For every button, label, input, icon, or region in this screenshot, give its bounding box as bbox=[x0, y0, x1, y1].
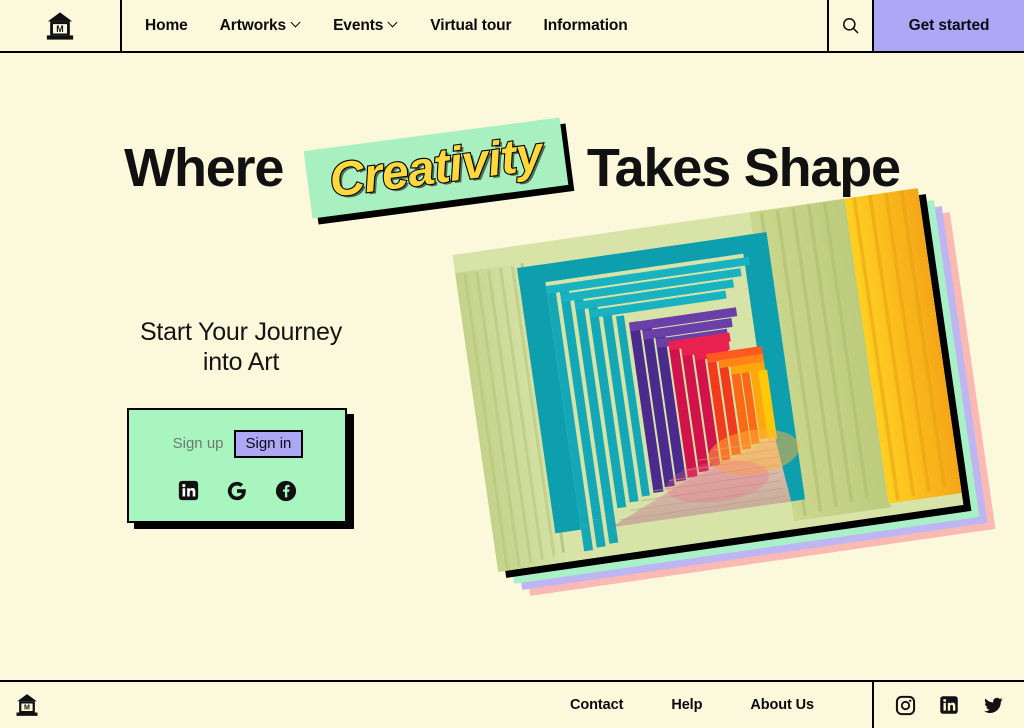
footer-logo-link[interactable]: M bbox=[0, 682, 48, 728]
linkedin-icon bbox=[178, 480, 198, 501]
logo-home-link[interactable]: M bbox=[0, 0, 122, 51]
linkedin-login-button[interactable] bbox=[177, 480, 199, 502]
subheading-line-1: Start Your Journey bbox=[139, 318, 343, 346]
nav-item-artworks[interactable]: Artworks bbox=[204, 17, 317, 35]
nav-label: Artworks bbox=[219, 16, 287, 34]
get-started-button[interactable]: Get started bbox=[874, 0, 1024, 51]
site-footer: M Contact Help About Us bbox=[0, 680, 1024, 728]
google-icon bbox=[227, 481, 246, 500]
nav-label: Home bbox=[145, 16, 188, 34]
nav-label: Information bbox=[543, 16, 628, 34]
instagram-link[interactable] bbox=[894, 694, 916, 716]
twitter-link[interactable] bbox=[982, 694, 1004, 716]
social-login-row bbox=[177, 480, 297, 502]
subheading-line-2: into Art bbox=[202, 347, 280, 376]
nav-item-events[interactable]: Events bbox=[317, 17, 414, 35]
sign-up-tab[interactable]: Sign up bbox=[171, 433, 226, 454]
corridor-installation-illustration bbox=[452, 188, 964, 572]
nav-item-virtual-tour[interactable]: Virtual tour bbox=[414, 17, 527, 35]
footer-link-about-us[interactable]: About Us bbox=[750, 697, 814, 713]
search-icon bbox=[843, 18, 859, 34]
nav-item-information[interactable]: Information bbox=[528, 17, 644, 35]
instagram-icon bbox=[895, 695, 915, 715]
headline-part-2: Takes Shape bbox=[586, 138, 901, 198]
museum-building-icon: M bbox=[16, 694, 38, 716]
nav-label: Events bbox=[333, 16, 384, 34]
artwork-photo[interactable] bbox=[452, 188, 964, 572]
nav-label: Virtual tour bbox=[430, 16, 512, 34]
linkedin-link[interactable] bbox=[938, 694, 960, 716]
headline-part-1: Where bbox=[124, 138, 284, 198]
auth-card: Sign up Sign in bbox=[127, 408, 347, 523]
footer-link-help[interactable]: Help bbox=[671, 697, 702, 713]
svg-text:M: M bbox=[56, 23, 63, 33]
auth-tabs: Sign up Sign in bbox=[171, 429, 304, 458]
get-started-label: Get started bbox=[908, 16, 990, 34]
linkedin-icon bbox=[940, 696, 958, 714]
chevron-down-icon bbox=[389, 19, 398, 28]
facebook-icon bbox=[275, 480, 297, 501]
footer-social-links bbox=[872, 682, 1024, 728]
sign-in-tab[interactable]: Sign in bbox=[233, 429, 304, 458]
search-button[interactable] bbox=[827, 0, 874, 51]
twitter-icon bbox=[983, 697, 1003, 713]
museum-building-icon: M bbox=[46, 11, 74, 40]
svg-text:M: M bbox=[24, 704, 30, 712]
facebook-login-button[interactable] bbox=[275, 480, 297, 502]
footer-links: Contact Help About Us bbox=[48, 682, 872, 728]
chevron-down-icon bbox=[292, 19, 301, 28]
main-navigation: Home Artworks Events Virtual tour Inform… bbox=[122, 0, 827, 51]
footer-link-contact[interactable]: Contact bbox=[570, 697, 623, 713]
hero-artwork bbox=[452, 188, 1015, 616]
hero-subheading: Start Your Journey into Art bbox=[112, 318, 370, 377]
site-header: M Home Artworks Events Virtual tour Info… bbox=[0, 0, 1024, 53]
google-login-button[interactable] bbox=[226, 480, 248, 502]
nav-item-home[interactable]: Home bbox=[141, 17, 204, 35]
